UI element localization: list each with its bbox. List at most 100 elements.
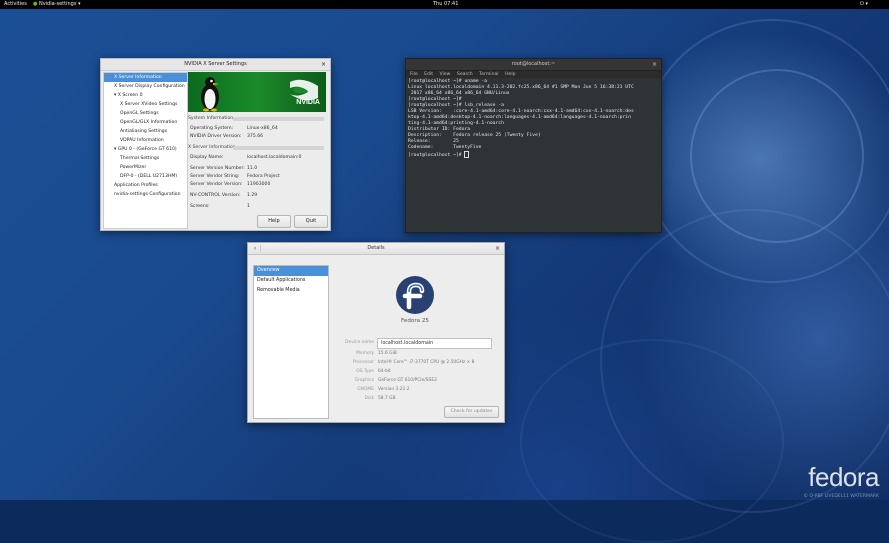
info-value: 1.29 xyxy=(247,193,258,198)
terminal-menubar: File Edit View Search Terminal Help xyxy=(406,71,661,78)
fedora-watermark: fedora xyxy=(808,462,879,492)
device-name-field[interactable]: localhost.localdomain xyxy=(377,338,492,349)
tree-item[interactable]: ▾ X Screen 0 xyxy=(104,91,187,100)
menu-file[interactable]: File xyxy=(410,72,418,77)
section-divider xyxy=(233,146,324,150)
section-header: X Server Information xyxy=(188,144,326,151)
menu-edit[interactable]: Edit xyxy=(424,72,433,77)
menu-help[interactable]: Help xyxy=(505,72,515,77)
info-row: Display Name: localhost.localdomain:0 xyxy=(190,154,301,162)
tree-item[interactable]: X Server Information xyxy=(104,73,187,82)
terminal-prompt: [root@localhost ~]# xyxy=(408,153,465,158)
close-icon[interactable]: × xyxy=(321,59,326,70)
spec-value: Version 3.22.2 xyxy=(378,387,410,392)
back-icon[interactable]: ‹ xyxy=(250,245,261,252)
chevron-down-icon: ▾ xyxy=(78,1,81,7)
info-label: Screens: xyxy=(190,204,210,209)
info-row: Server Vendor Version: 11903000 xyxy=(190,181,270,189)
tree-item[interactable]: Antialiasing Settings xyxy=(104,127,187,136)
menu-terminal[interactable]: Terminal xyxy=(479,72,498,77)
details-titlebar[interactable]: ‹ Details × xyxy=(248,243,504,255)
quit-button[interactable]: Quit xyxy=(294,215,328,228)
info-row: Operating System: Linux-x86_64 xyxy=(190,125,278,133)
terminal-titlebar[interactable]: root@localhost:~ × xyxy=(406,59,661,71)
info-row: Server Vendor String: Fedora Project xyxy=(190,173,280,181)
tree-item[interactable]: X Server XVideo Settings xyxy=(104,100,187,109)
tree-item[interactable]: Application Profiles xyxy=(104,181,187,190)
nvidia-settings-window: NVIDIA X Server Settings × X Server Info… xyxy=(100,58,331,231)
check-for-updates-button[interactable]: Check for updates xyxy=(444,406,499,418)
tree-item[interactable]: nvidia-settings Configuration xyxy=(104,190,187,199)
info-label: Server Vendor String: xyxy=(190,174,240,179)
clock[interactable]: Thu 07:41 xyxy=(433,0,458,9)
nvidia-wordmark: NVIDIA xyxy=(296,99,320,106)
nvidia-app-icon: ● xyxy=(33,1,38,7)
section-title: System Information xyxy=(188,116,234,121)
spec-label: Memory xyxy=(356,351,374,356)
tree-item[interactable]: DFP-0 - (DELL U2713HM) xyxy=(104,172,187,181)
terminal-window: root@localhost:~ × File Edit View Search… xyxy=(405,58,662,233)
spec-value: 64-bit xyxy=(378,369,391,374)
info-value: 1 xyxy=(247,204,250,209)
window-title: Details xyxy=(367,245,385,251)
menu-search[interactable]: Search xyxy=(457,72,473,77)
close-icon[interactable]: × xyxy=(495,243,500,254)
info-label: Display Name: xyxy=(190,155,224,160)
info-label: Server Vendor Version: xyxy=(190,182,243,187)
info-value: 11903000 xyxy=(247,182,271,187)
info-row: NV-CONTROL Version: 1.29 xyxy=(190,192,257,200)
info-row: Server Version Number: 11.0 xyxy=(190,165,257,173)
activities-button[interactable]: Activities xyxy=(4,0,27,9)
tree-item[interactable]: OpenGL Settings xyxy=(104,109,187,118)
nav-item-overview[interactable]: Overview xyxy=(254,266,328,276)
spec-label: Graphics xyxy=(354,378,374,383)
tree-item[interactable]: X Server Display Configuration xyxy=(104,82,187,91)
info-value: 11.0 xyxy=(247,166,258,171)
menu-view[interactable]: View xyxy=(440,72,451,77)
info-row: NVIDIA Driver Version: 375.66 xyxy=(190,133,263,141)
info-value: Linux-x86_64 xyxy=(247,126,278,131)
details-nav-list: Overview Default Applications Removable … xyxy=(253,265,329,419)
info-value: localhost.localdomain:0 xyxy=(247,155,302,160)
spec-value: 15.6 GiB xyxy=(378,351,397,356)
terminal-cursor xyxy=(464,151,470,158)
info-label: NVIDIA Driver Version: xyxy=(190,134,242,139)
nav-item-removable-media[interactable]: Removable Media xyxy=(254,286,328,296)
close-icon[interactable]: × xyxy=(652,59,657,70)
help-button[interactable]: Help xyxy=(257,215,291,228)
nvidia-banner: NVIDIA xyxy=(188,72,326,112)
tree-item[interactable]: VDPAU Information xyxy=(104,136,187,145)
tree-item[interactable]: PowerMizer xyxy=(104,163,187,172)
app-menu-label: Nvidia-settings xyxy=(38,1,77,7)
info-label: NV-CONTROL Version: xyxy=(190,193,241,198)
info-value: Fedora Project xyxy=(247,174,280,179)
watermark-subtext: © Q-PBF LIVEDEL11 WATERMARK xyxy=(803,494,879,499)
section-title: X Server Information xyxy=(188,145,236,150)
spec-label: GNOME xyxy=(357,387,374,392)
spec-value: GeForce GT 610/PCIe/SSE2 xyxy=(378,378,437,383)
fedora-logo-icon xyxy=(396,276,434,314)
spec-label: OS Type xyxy=(356,369,374,374)
os-name: Fedora 25 xyxy=(401,318,429,324)
spec-value: Intel® Core™ i7-3770T CPU @ 2.50GHz × 8 xyxy=(378,360,475,365)
settings-tree: X Server Information X Server Display Co… xyxy=(103,72,188,229)
device-name-label: Device name xyxy=(345,340,374,345)
app-menu[interactable]: ● Nvidia-settings ▾ xyxy=(33,0,81,9)
section-header: System Information xyxy=(188,115,326,122)
info-label: Server Version Number: xyxy=(190,166,245,171)
terminal-prompt-line: [root@localhost ~]# xyxy=(408,151,659,159)
wallpaper-swirl xyxy=(520,339,784,543)
info-label: Operating System: xyxy=(190,126,234,131)
info-value: 375.66 xyxy=(247,134,264,139)
tree-item[interactable]: ▾ GPU 0 - (GeForce GT 610) xyxy=(104,145,187,154)
nvidia-window-titlebar[interactable]: NVIDIA X Server Settings × xyxy=(101,59,330,71)
info-row: Screens: 1 xyxy=(190,203,250,211)
nav-item-default-applications[interactable]: Default Applications xyxy=(254,276,328,286)
tree-item[interactable]: Thermal Settings xyxy=(104,154,187,163)
spec-value: 58.7 GB xyxy=(378,396,396,401)
window-title: NVIDIA X Server Settings xyxy=(184,61,247,67)
top-bar: Activities ● Nvidia-settings ▾ Thu 07:41… xyxy=(0,0,889,9)
system-menu-icon[interactable]: ⏻ ▾ xyxy=(860,0,868,9)
tree-item[interactable]: OpenGL/GLX Information xyxy=(104,118,187,127)
terminal-output[interactable]: [root@localhost ~]# uname -a Linux localh… xyxy=(406,78,661,160)
